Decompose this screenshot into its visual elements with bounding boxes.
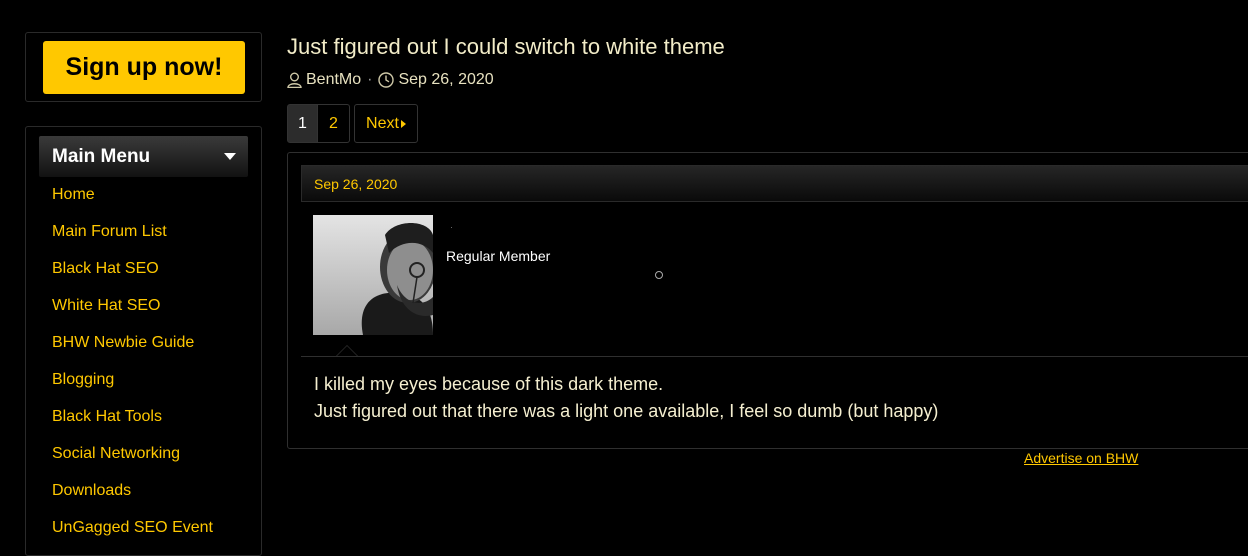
thread-author[interactable]: BentMo <box>306 71 361 89</box>
thread-title: Just figured out I could switch to white… <box>287 34 725 59</box>
username-dot <box>451 227 452 228</box>
meta-separator: · <box>367 71 373 88</box>
next-page-label: Next <box>366 114 399 132</box>
online-status-icon <box>655 271 663 279</box>
post: Sep 26, 2020 Regular Member I killed my … <box>287 152 1248 449</box>
signup-box: Sign up now! <box>25 32 262 102</box>
main-menu-list: Home Main Forum List Black Hat SEO White… <box>52 184 213 554</box>
message-arrow <box>336 345 358 356</box>
post-date[interactable]: Sep 26, 2020 <box>314 176 397 192</box>
post-header: Sep 26, 2020 <box>301 165 1248 202</box>
next-arrow-icon <box>400 119 406 128</box>
menu-item-social-networking[interactable]: Social Networking <box>52 443 213 480</box>
advertise-link[interactable]: Advertise on BHW <box>1024 450 1138 466</box>
user-title: Regular Member <box>446 248 551 264</box>
menu-item-white-hat-seo[interactable]: White Hat SEO <box>52 295 213 332</box>
post-line: I killed my eyes because of this dark th… <box>314 374 664 394</box>
menu-item-downloads[interactable]: Downloads <box>52 480 213 517</box>
menu-item-home[interactable]: Home <box>52 184 213 221</box>
signup-button[interactable]: Sign up now! <box>43 41 245 94</box>
menu-item-bhw-newbie-guide[interactable]: BHW Newbie Guide <box>52 332 213 369</box>
menu-item-ungagged-seo-event[interactable]: UnGagged SEO Event <box>52 517 213 554</box>
main-menu: Main Menu Home Main Forum List Black Hat… <box>25 126 262 556</box>
menu-item-black-hat-tools[interactable]: Black Hat Tools <box>52 406 213 443</box>
post-line: Just figured out that there was a light … <box>314 401 939 421</box>
next-page-button[interactable]: Next <box>354 104 418 143</box>
page-button-current[interactable]: 1 <box>287 104 318 143</box>
menu-item-main-forum-list[interactable]: Main Forum List <box>52 221 213 258</box>
post-divider <box>301 356 1248 357</box>
main-menu-title: Main Menu <box>52 146 151 167</box>
post-body: I killed my eyes because of this dark th… <box>314 371 938 425</box>
clock-icon <box>378 72 395 88</box>
menu-item-blogging[interactable]: Blogging <box>52 369 213 406</box>
page-button-2[interactable]: 2 <box>318 104 350 143</box>
pagination: 1 2 Next <box>287 104 418 143</box>
thread-date[interactable]: Sep 26, 2020 <box>398 71 493 89</box>
caret-down-icon <box>224 153 236 160</box>
avatar[interactable] <box>313 215 433 335</box>
thread-meta: BentMo · Sep 26, 2020 <box>287 71 494 89</box>
main-menu-toggle[interactable]: Main Menu <box>39 136 248 177</box>
user-icon <box>287 72 302 88</box>
menu-item-black-hat-seo[interactable]: Black Hat SEO <box>52 258 213 295</box>
